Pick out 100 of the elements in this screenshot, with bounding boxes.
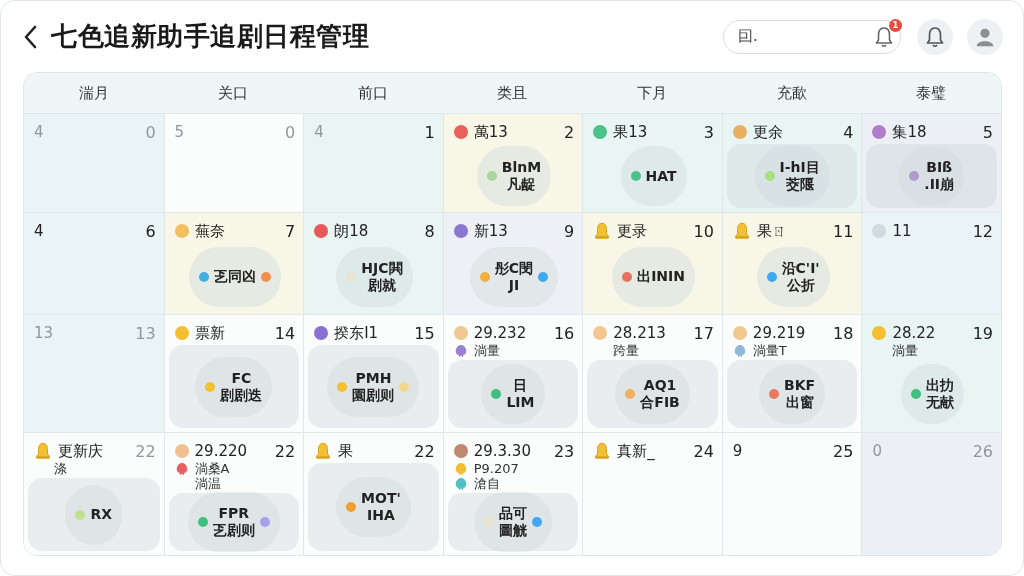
day-cell[interactable]: 萬13 2 BlnM 凡龊 (442, 114, 583, 212)
event-label: 29.219 (752, 324, 806, 342)
speech-bubble[interactable]: FPR 乤剧则 (187, 492, 280, 552)
weekday-label: 泰璧 (915, 83, 948, 103)
bell-icon[interactable] (874, 25, 894, 48)
avatar-button[interactable] (967, 18, 1003, 55)
weekday-label: 类且 (496, 83, 529, 103)
weekday-label: 充歃 (775, 83, 808, 103)
speech-bubble[interactable]: PMH 園剧则 (327, 356, 420, 417)
day-cell[interactable]: 蕪奈 7 乤同凶 (163, 213, 304, 314)
event-text: FPR 乤剧则 (212, 505, 255, 539)
event-text: 彤C閔 JI (494, 259, 534, 294)
speech-bubble[interactable]: FC 剧剧迭 (195, 356, 273, 417)
day-number: 5 (982, 122, 993, 142)
speech-bubble[interactable]: 出ININ (612, 246, 695, 307)
event-label: 11 (892, 222, 912, 240)
day-cell[interactable]: 29.219 18 淌量T BKF 出窗 (721, 315, 862, 432)
day-number: 0 (284, 122, 296, 142)
event-text: 出ININ (637, 268, 685, 285)
speech-bubble[interactable]: 彤C閔 JI (469, 246, 559, 307)
event-text: BlnM 凡龊 (501, 159, 542, 193)
day-cell[interactable]: 4 6 (24, 213, 164, 314)
event-text: RX (90, 506, 113, 523)
speech-bubble[interactable]: RX (65, 484, 123, 545)
weekday-label: 前口 (356, 83, 389, 103)
day-cell[interactable]: 果 22 MOT' IHA (303, 433, 443, 555)
day-cell[interactable]: 29.220 22 淌桑A 淌温 FPR 乤剧则 (163, 433, 304, 555)
day-number: 9 (564, 221, 575, 241)
day-number: 24 (693, 441, 714, 461)
speech-bubble[interactable]: 出扐 无献 (901, 364, 965, 424)
event-subtitle: 跨量 (613, 343, 640, 358)
day-cell[interactable]: 集18 5 BIß .II崩 (861, 114, 1001, 212)
event-label: 9 (732, 442, 743, 460)
day-number: 2 (564, 122, 575, 142)
speech-bubble[interactable]: 乤同凶 (188, 246, 281, 307)
event-subtitle: P9.207 (473, 461, 519, 476)
speech-bubble[interactable]: 沿C'I' 公折 (756, 246, 830, 307)
day-number: 15 (414, 323, 435, 343)
event-subtitle: 涤 (54, 461, 67, 476)
speech-bubble[interactable]: HJC閧 剧就 (336, 246, 413, 307)
search-field[interactable]: 囙. (738, 27, 870, 46)
speech-bubble[interactable]: BIß .II崩 (899, 146, 965, 206)
search-bar[interactable]: 囙. 1 (723, 19, 901, 54)
day-cell[interactable]: 4 1 (303, 114, 443, 212)
day-cell[interactable]: 29.232 16 淌量 日 LIM (442, 315, 583, 432)
day-cell[interactable]: 11 12 (861, 213, 1001, 314)
event-subtitle: 滄自 (473, 476, 500, 491)
day-number: 11 (833, 221, 854, 241)
bell-icon (925, 25, 945, 48)
day-number: 4 (843, 122, 854, 142)
day-cell[interactable]: 票新 14 FC 剧剧迭 (163, 315, 304, 432)
speech-bubble[interactable]: 品可 圖觥 (474, 492, 552, 552)
event-subtitle: 淌量 (473, 343, 500, 358)
day-number: 26 (972, 441, 993, 461)
event-label: 揆东I1 (334, 323, 379, 343)
event-label: 28.213 (613, 324, 666, 342)
speech-bubble[interactable]: BKF 出窗 (759, 364, 826, 424)
speech-bubble[interactable]: BlnM 凡龊 (476, 146, 552, 206)
day-cell[interactable]: 朗18 8 HJC閧 剧就 (303, 213, 443, 314)
event-label: 蕪奈 (194, 221, 225, 241)
event-text: FC 剧剧迭 (220, 369, 263, 404)
back-icon[interactable] (23, 24, 37, 49)
day-cell[interactable]: 更新庆 22 涤 RX (24, 433, 164, 555)
day-cell[interactable]: 果ㄖ 11 沿C'I' 公折 (721, 213, 862, 314)
speech-bubble[interactable]: I-hI目 茭隁 (754, 146, 830, 206)
event-label: 更余 (752, 122, 783, 142)
event-text: BIß .II崩 (924, 159, 955, 193)
day-number: 18 (833, 323, 854, 343)
event-text: MOT' IHA (361, 490, 401, 524)
day-number: 25 (833, 441, 854, 461)
notification-button[interactable] (917, 18, 953, 55)
day-cell[interactable]: 29.3.30 23 P9.207 滄自 品可 圖觥 (442, 433, 583, 555)
day-cell[interactable]: 果13 3 HAT (582, 114, 722, 212)
day-cell[interactable]: 更余 4 I-hI目 茭隁 (721, 114, 862, 212)
event-text: PMH 園剧则 (352, 369, 395, 404)
speech-bubble[interactable]: AQ1 合FIB (615, 364, 690, 424)
day-cell[interactable]: 9 25 (721, 433, 862, 555)
event-label: 萬13 (473, 122, 508, 142)
day-number: 19 (972, 323, 993, 343)
day-cell[interactable]: 28.213 17 跨量 AQ1 合FIB (582, 315, 722, 432)
event-label: 4 (314, 123, 324, 141)
day-number: 0 (145, 122, 156, 142)
event-text: HAT (645, 167, 677, 185)
event-label: 果13 (613, 122, 648, 142)
event-text: AQ1 合FIB (640, 377, 680, 411)
day-number: 12 (972, 221, 993, 241)
speech-bubble[interactable]: 日 LIM (481, 364, 545, 424)
day-cell[interactable]: 真新_ 24 (582, 433, 722, 555)
day-cell[interactable]: 新13 9 彤C閔 JI (442, 213, 583, 314)
event-label: 真新_ (617, 441, 655, 461)
speech-bubble[interactable]: MOT' IHA (336, 477, 411, 537)
event-label: 29.232 (473, 324, 527, 342)
day-cell[interactable]: 揆东I1 15 PMH 園剧则 (303, 315, 443, 432)
event-label: 集18 (892, 122, 927, 142)
event-text: HJC閧 剧就 (361, 259, 403, 294)
day-number: 13 (135, 323, 156, 343)
speech-bubble[interactable]: HAT (620, 146, 687, 206)
day-cell[interactable]: 更录 10 出ININ (582, 213, 722, 314)
day-number: 10 (693, 221, 714, 241)
day-cell[interactable]: 28.22 19 淌量 出扐 无献 (861, 315, 1001, 432)
